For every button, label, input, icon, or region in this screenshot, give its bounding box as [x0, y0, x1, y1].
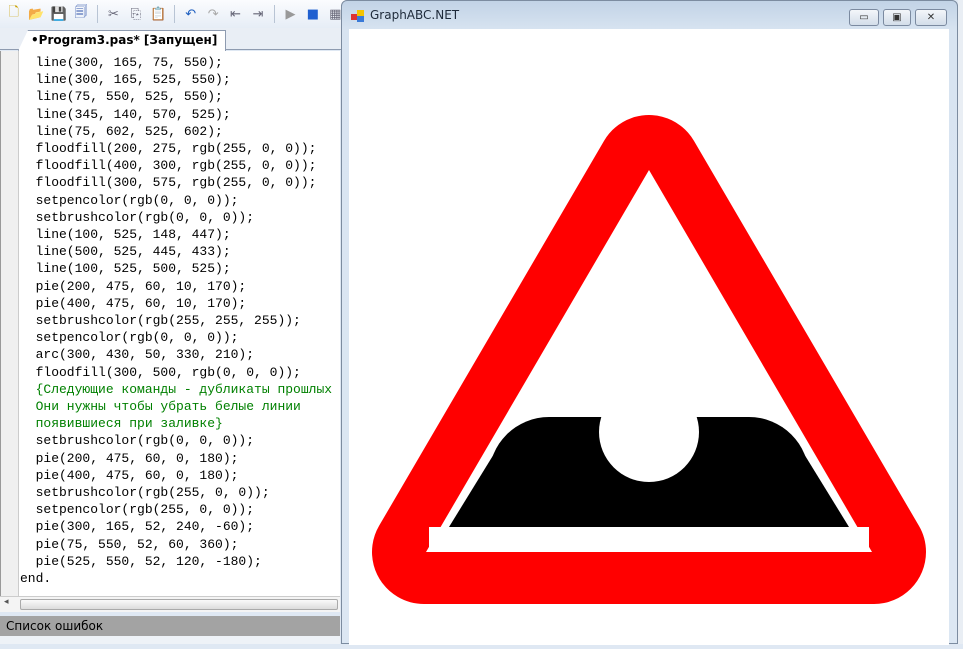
bump-right: [689, 417, 809, 537]
code-line[interactable]: pie(525, 550, 52, 120, -180);: [20, 553, 332, 570]
bottom-tabs: [0, 636, 340, 644]
code-line[interactable]: setbrushcolor(rgb(0, 0, 0));: [20, 209, 332, 226]
code-line[interactable]: line(75, 602, 525, 602);: [20, 123, 332, 140]
tab-program3[interactable]: •Program3.pas* [Запущен]: [18, 30, 227, 51]
code-line[interactable]: setbrushcolor(rgb(0, 0, 0));: [20, 432, 332, 449]
toolbar-separator: [174, 5, 175, 23]
code-line[interactable]: pie(400, 475, 60, 0, 180);: [20, 467, 332, 484]
background-window-edge: [958, 0, 963, 644]
code-line[interactable]: pie(75, 550, 52, 60, 360);: [20, 536, 332, 553]
toolbar-separator: [96, 5, 98, 23]
code-line[interactable]: line(300, 165, 75, 550);: [20, 54, 332, 71]
code-line[interactable]: floodfill(300, 500, rgb(0, 0, 0));: [20, 364, 332, 381]
app-icon: [351, 10, 364, 22]
code-line[interactable]: arc(300, 430, 50, 330, 210);: [20, 346, 332, 363]
code-line[interactable]: line(300, 165, 525, 550);: [20, 71, 332, 88]
paste-icon[interactable]: 📋: [149, 4, 168, 24]
tab-bar: •Program3.pas* [Запущен]: [0, 28, 345, 51]
code-line[interactable]: floodfill(300, 575, rgb(255, 0, 0));: [20, 174, 332, 191]
code-line[interactable]: end.: [20, 570, 332, 587]
open-folder-icon[interactable]: 📂: [26, 4, 45, 24]
redo-icon[interactable]: ↷: [203, 4, 222, 24]
outdent-icon[interactable]: ⇤: [226, 4, 245, 24]
copy-icon[interactable]: ⎘: [126, 4, 145, 24]
graph-window: GraphABC.NET ▭ ▣ ✕: [341, 0, 958, 645]
save-all-icon[interactable]: 🗐: [71, 4, 90, 24]
code-line[interactable]: line(500, 525, 445, 433);: [20, 243, 332, 260]
save-icon[interactable]: 💾: [49, 4, 68, 24]
line-gutter: [1, 51, 19, 596]
code-line[interactable]: pie(200, 475, 60, 0, 180);: [20, 450, 332, 467]
code-line[interactable]: line(75, 550, 525, 550);: [20, 88, 332, 105]
code-line[interactable]: line(100, 525, 500, 525);: [20, 260, 332, 277]
code-line[interactable]: floodfill(400, 300, rgb(255, 0, 0));: [20, 157, 332, 174]
stop-icon[interactable]: ■: [303, 4, 322, 24]
code-line[interactable]: floodfill(200, 275, rgb(255, 0, 0));: [20, 140, 332, 157]
scrollbar-thumb[interactable]: [20, 599, 338, 610]
code-line[interactable]: pie(300, 165, 52, 240, -60);: [20, 518, 332, 535]
base-gap: [429, 527, 869, 551]
error-list-panel-title: Список ошибок: [0, 616, 340, 636]
code-editor[interactable]: line(300, 165, 75, 550); line(300, 165, …: [0, 51, 340, 596]
bump-dip: [599, 382, 699, 482]
code-line[interactable]: line(100, 525, 148, 447);: [20, 226, 332, 243]
bump-left: [489, 417, 609, 537]
cut-icon[interactable]: ✂: [104, 4, 123, 24]
road-sign-drawing: [372, 115, 926, 604]
new-file-icon[interactable]: 🗋: [4, 4, 23, 24]
code-line[interactable]: setpencolor(rgb(0, 0, 0));: [20, 192, 332, 209]
toolbar: 🗋 📂 💾 🗐 ✂ ⎘ 📋 ↶ ↷ ⇤ ⇥ ▶ ■ ▦: [0, 0, 345, 28]
code-line[interactable]: {Следующие команды - дубликаты прошлых: [20, 381, 332, 398]
code-line[interactable]: pie(200, 475, 60, 10, 170);: [20, 278, 332, 295]
undo-icon[interactable]: ↶: [181, 4, 200, 24]
window-title: GraphABC.NET: [370, 8, 460, 22]
code-line[interactable]: setbrushcolor(rgb(255, 255, 255));: [20, 312, 332, 329]
graph-canvas: [349, 29, 949, 645]
close-button[interactable]: ✕: [915, 9, 947, 26]
toolbar-separator: [273, 5, 275, 23]
scroll-left-icon[interactable]: ◂: [4, 597, 9, 607]
code-line[interactable]: setpencolor(rgb(0, 0, 0));: [20, 329, 332, 346]
code-line[interactable]: появившиеся при заливке}: [20, 415, 332, 432]
run-icon[interactable]: ▶: [281, 4, 300, 24]
maximize-button[interactable]: ▣: [883, 9, 911, 26]
indent-icon[interactable]: ⇥: [248, 4, 267, 24]
code-text[interactable]: line(300, 165, 75, 550); line(300, 165, …: [20, 54, 332, 587]
code-line[interactable]: line(345, 140, 570, 525);: [20, 106, 332, 123]
code-line[interactable]: setpencolor(rgb(255, 0, 0));: [20, 501, 332, 518]
horizontal-scrollbar[interactable]: ◂: [0, 596, 340, 612]
code-line[interactable]: pie(400, 475, 60, 10, 170);: [20, 295, 332, 312]
code-line[interactable]: Они нужны чтобы убрать белые линии: [20, 398, 332, 415]
minimize-button[interactable]: ▭: [849, 9, 879, 26]
code-line[interactable]: setbrushcolor(rgb(255, 0, 0));: [20, 484, 332, 501]
